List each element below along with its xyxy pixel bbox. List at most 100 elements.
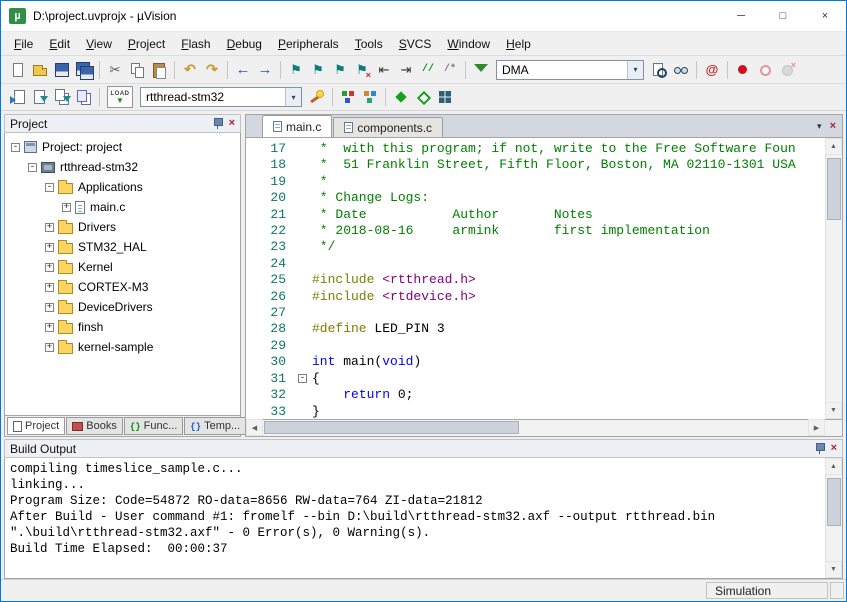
menu-item-debug[interactable]: Debug [219,34,270,54]
pin-icon[interactable] [814,442,825,455]
panel-tab-books[interactable]: Books [66,417,123,435]
cut-icon[interactable] [105,60,125,80]
comment-selection-icon[interactable] [418,60,438,80]
scroll-left-icon[interactable]: ◀ [246,419,263,436]
editor-horizontal-scrollbar[interactable]: ◀ ▶ [245,420,843,437]
menu-item-edit[interactable]: Edit [41,34,78,54]
paste-icon[interactable] [149,60,169,80]
fold-minus-icon[interactable]: - [298,374,307,383]
expander-icon[interactable]: - [11,143,20,152]
manage-rte-icon[interactable] [391,87,411,107]
batch-build-icon[interactable] [74,87,94,107]
tree-item-project-project[interactable]: -Project: project [5,137,240,157]
expander-icon[interactable]: + [45,303,54,312]
panel-tab-temp[interactable]: Temp... [184,417,246,435]
editor-tab-main-c[interactable]: main.c [262,115,332,137]
copy-icon[interactable] [127,60,147,80]
tree-item-kernel[interactable]: +Kernel [5,257,240,277]
expander-icon[interactable]: - [28,163,37,172]
navigate-forward-icon[interactable] [255,60,275,80]
horizontal-scroll-thumb[interactable] [264,421,519,434]
close-button[interactable]: × [804,1,846,31]
minimize-button[interactable]: ─ [720,1,762,31]
tree-item-drivers[interactable]: +Drivers [5,217,240,237]
translate-icon[interactable] [8,87,28,107]
menu-item-view[interactable]: View [78,34,120,54]
target-options-icon[interactable] [307,87,327,107]
tree-item-devicedrivers[interactable]: +DeviceDrivers [5,297,240,317]
expander-icon[interactable]: + [45,343,54,352]
select-software-packs-icon[interactable] [413,87,433,107]
maximize-button[interactable]: □ [762,1,804,31]
tree-item-stm32-hal[interactable]: +STM32_HAL [5,237,240,257]
scroll-up-icon[interactable]: ▲ [825,138,842,155]
open-file-icon[interactable] [30,60,50,80]
expander-icon[interactable]: + [45,323,54,332]
menu-item-peripherals[interactable]: Peripherals [270,34,347,54]
expander-icon[interactable]: + [62,203,71,212]
build-icon[interactable] [30,87,50,107]
navigate-back-icon[interactable] [233,60,253,80]
manage-project-items-icon[interactable] [338,87,358,107]
menu-item-tools[interactable]: Tools [347,34,391,54]
code-fold-gutter[interactable]: - [298,371,312,387]
save-icon[interactable] [52,60,72,80]
redo-icon[interactable] [202,60,222,80]
find-icon[interactable] [671,60,691,80]
rebuild-icon[interactable] [52,87,72,107]
file-extensions-icon[interactable] [360,87,380,107]
tree-item-cortex-m3[interactable]: +CORTEX-M3 [5,277,240,297]
editor-vertical-scrollbar[interactable]: ▲ ▼ [825,138,842,419]
expander-icon[interactable]: - [45,183,54,192]
scroll-right-icon[interactable]: ▶ [808,419,825,436]
resize-grip[interactable] [830,582,844,599]
bookmark-clear-icon[interactable] [352,60,372,80]
tree-item-applications[interactable]: -Applications [5,177,240,197]
expander-icon[interactable]: + [45,283,54,292]
panel-tab-func[interactable]: Func... [124,417,183,435]
find-text-combobox[interactable]: DMA▾ [496,60,644,80]
menu-item-help[interactable]: Help [498,34,539,54]
menu-item-flash[interactable]: Flash [173,34,218,54]
uncomment-selection-icon[interactable] [440,60,460,80]
vertical-scroll-thumb[interactable] [827,478,841,526]
indent-right-icon[interactable] [396,60,416,80]
build-output-area[interactable]: compiling timeslice_sample.c...linking..… [4,458,843,579]
output-vertical-scrollbar[interactable]: ▲ ▼ [825,458,842,578]
editor-tab-components-c[interactable]: components.c [333,117,443,137]
breakpoint-disable-icon[interactable] [755,60,775,80]
tab-list-dropdown-icon[interactable]: ▾ [817,121,822,132]
close-panel-icon[interactable]: × [831,443,837,454]
scroll-down-icon[interactable]: ▼ [825,402,842,419]
download-button[interactable]: LOAD▼ [107,86,133,108]
tree-item-rtthread-stm32[interactable]: -rtthread-stm32 [5,157,240,177]
breakpoint-kill-all-icon[interactable] [777,60,797,80]
menu-item-project[interactable]: Project [120,34,173,54]
find-in-files-funnel-icon[interactable] [471,60,491,80]
menu-item-file[interactable]: File [6,34,41,54]
pin-icon[interactable] [212,117,223,130]
find-text-dropdown-icon[interactable]: ▾ [627,61,643,79]
indent-left-icon[interactable] [374,60,394,80]
bookmark-prev-icon[interactable] [308,60,328,80]
tree-item-kernel-sample[interactable]: +kernel-sample [5,337,240,357]
scroll-up-icon[interactable]: ▲ [825,458,842,475]
undo-icon[interactable] [180,60,200,80]
breakpoint-insert-icon[interactable] [733,60,753,80]
tree-item-finsh[interactable]: +finsh [5,317,240,337]
tree-item-main-c[interactable]: +main.c [5,197,240,217]
vertical-scroll-thumb[interactable] [827,158,841,220]
new-file-icon[interactable] [8,60,28,80]
bookmark-next-icon[interactable] [330,60,350,80]
expander-icon[interactable]: + [45,223,54,232]
find-in-files-icon[interactable] [649,60,669,80]
target-select-dropdown-icon[interactable]: ▾ [285,88,301,106]
scroll-down-icon[interactable]: ▼ [825,561,842,578]
panel-tab-project[interactable]: Project [7,417,65,435]
code-editor[interactable]: 17 * with this program; if not, write to… [245,137,843,420]
save-all-icon[interactable] [74,60,94,80]
expander-icon[interactable]: + [45,243,54,252]
menu-item-svcs[interactable]: SVCS [391,34,440,54]
close-panel-icon[interactable]: × [229,118,235,129]
lookup-icon[interactable] [702,60,722,80]
